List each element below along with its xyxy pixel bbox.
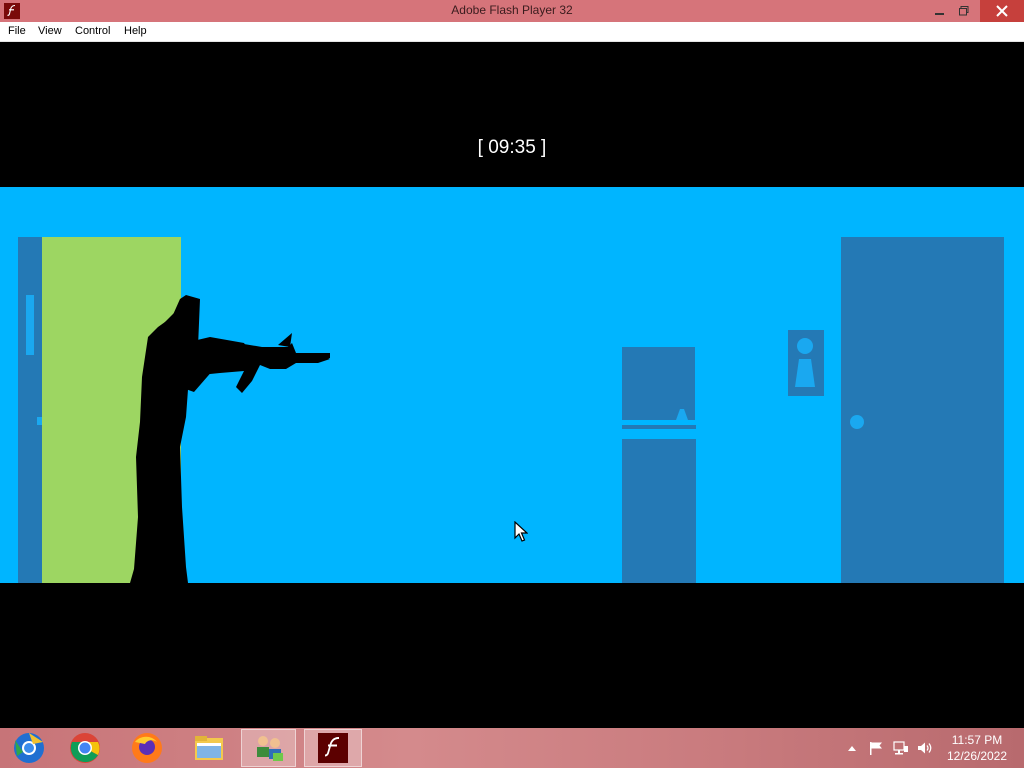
firefox-icon: [132, 733, 162, 763]
chrome-icon: [70, 733, 100, 763]
window-title: Adobe Flash Player 32: [451, 3, 573, 17]
cabinet-lower: [622, 439, 696, 583]
tray-volume[interactable]: [914, 728, 936, 768]
mouse-cursor-icon: [514, 521, 528, 542]
taskbar-flash-player[interactable]: [304, 729, 362, 767]
minimize-icon: [935, 13, 944, 15]
taskbar-clock[interactable]: 11:57 PM 12/26/2022: [936, 732, 1018, 764]
menu-help[interactable]: Help: [124, 25, 147, 37]
cabinet-shelf: [622, 425, 696, 429]
close-icon: [996, 5, 1008, 17]
tray-show-hidden[interactable]: [844, 728, 860, 768]
clock-date: 12/26/2022: [946, 749, 1008, 763]
title-bar: Adobe Flash Player 32: [0, 0, 1024, 22]
tray-network[interactable]: [890, 728, 912, 768]
close-button[interactable]: [980, 0, 1024, 22]
menu-bar: File View Control Help: [0, 22, 1024, 42]
right-door[interactable]: [841, 237, 1004, 583]
soldier-silhouette: [130, 295, 330, 583]
menu-file[interactable]: File: [8, 25, 26, 37]
cabinet-upper: [622, 347, 695, 420]
taskbar-firefox[interactable]: [118, 729, 176, 767]
flash-player-icon: [318, 733, 348, 763]
network-icon: [893, 741, 908, 755]
chromium-icon: [14, 733, 44, 763]
network-users-icon: [256, 736, 283, 761]
tray-action-center[interactable]: [866, 728, 886, 768]
menu-control[interactable]: Control: [75, 25, 110, 37]
file-explorer-icon: [195, 736, 223, 760]
taskbar-chromium[interactable]: [0, 729, 58, 767]
menu-view[interactable]: View: [38, 25, 62, 37]
volume-icon: [918, 742, 932, 754]
flag-icon: [870, 742, 882, 755]
restore-button[interactable]: [952, 0, 976, 22]
taskbar-file-explorer[interactable]: [180, 729, 238, 767]
left-door-slot: [26, 295, 34, 355]
right-door-knob: [850, 415, 864, 429]
taskbar: 11:57 PM 12/26/2022: [0, 728, 1024, 768]
taskbar-chrome[interactable]: [56, 729, 114, 767]
minimize-button[interactable]: [928, 0, 952, 22]
taskbar-network-users[interactable]: [241, 729, 296, 767]
game-stage[interactable]: [ 09:35 ]: [0, 42, 1024, 728]
left-door-frame: [18, 237, 42, 583]
clock-time: 11:57 PM: [951, 733, 1003, 747]
game-timer: [ 09:35 ]: [477, 137, 547, 158]
restore-icon: [959, 6, 969, 16]
restroom-sign-head: [797, 338, 813, 354]
game-scene[interactable]: [0, 187, 1024, 583]
chevron-up-icon: [848, 746, 856, 751]
